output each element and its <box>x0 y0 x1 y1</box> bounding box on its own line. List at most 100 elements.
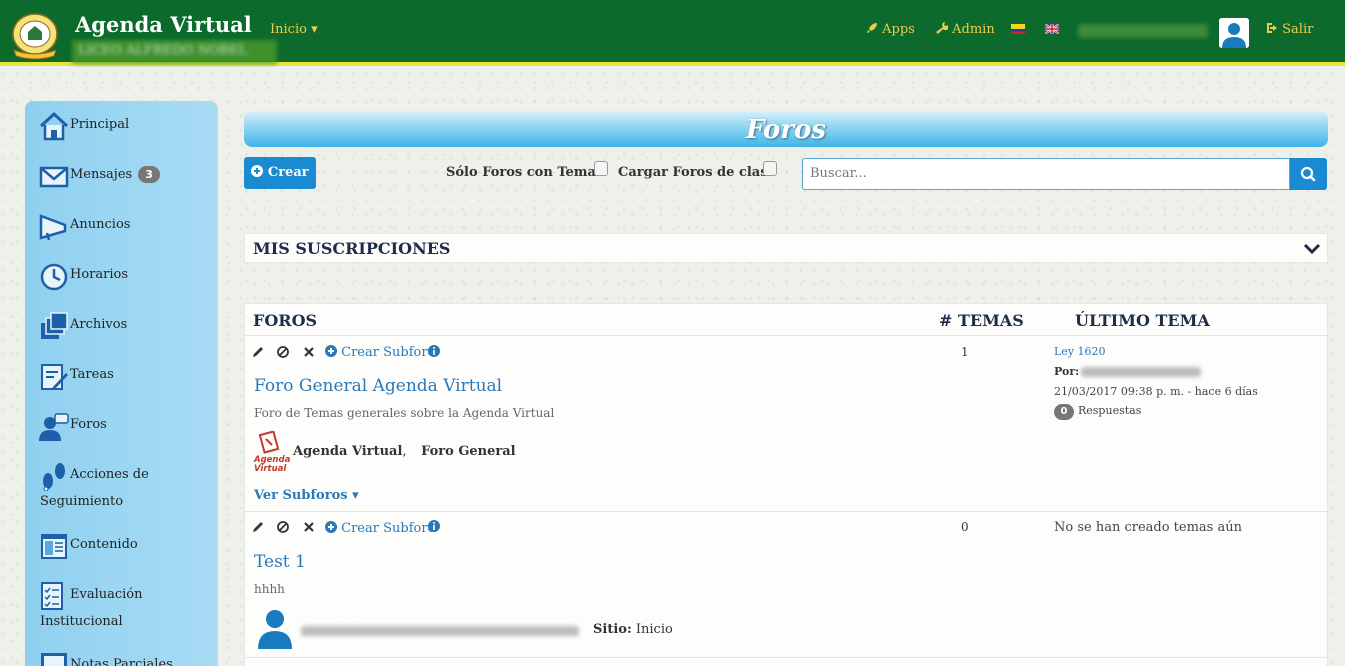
create-subforum-link[interactable]: Crear Subforo <box>325 345 435 360</box>
column-header-foros: FOROS <box>253 311 318 330</box>
sidebar-label: Acciones de <box>70 467 149 482</box>
colombia-flag-icon[interactable] <box>1011 24 1025 34</box>
subscriptions-title: MIS SUSCRIPCIONES <box>253 239 451 258</box>
sidebar-label-line2: Seguimiento <box>40 494 124 509</box>
rocket-icon <box>867 23 877 33</box>
nav-inicio-dropdown[interactable]: Inicio ▾ <box>270 22 318 37</box>
checklist-icon <box>41 582 63 610</box>
info-icon[interactable] <box>427 344 441 358</box>
uk-flag-icon[interactable] <box>1045 24 1059 34</box>
ban-icon[interactable] <box>276 345 290 359</box>
pencil-icon[interactable] <box>251 345 265 359</box>
sidebar-label: Contenido <box>70 537 138 552</box>
agenda-virtual-logo-icon: Agenda Virtual <box>253 431 290 473</box>
admin-label: Admin <box>952 22 995 37</box>
task-clipboard-icon <box>41 364 68 390</box>
sidebar-label-line2: Institucional <box>40 614 123 629</box>
create-subforum-label: Crear Subforo <box>341 345 436 360</box>
megaphone-icon <box>39 214 67 241</box>
close-icon[interactable] <box>302 345 316 359</box>
info-icon[interactable] <box>427 519 441 533</box>
responses-label: Respuestas <box>1078 404 1142 417</box>
username-redacted[interactable] <box>1078 24 1208 38</box>
grades-icon <box>41 653 67 666</box>
files-icon <box>41 312 68 339</box>
forum-tag-agenda-virtual[interactable]: Agenda Virtual <box>293 444 402 459</box>
responses-count-badge: 0 <box>1054 404 1074 420</box>
ban-icon[interactable] <box>276 520 290 534</box>
forum-tag-foro-general[interactable]: Foro General <box>421 444 516 459</box>
sidebar-label: Horarios <box>70 267 128 282</box>
ver-subforos-link[interactable]: Ver Subforos ▾ <box>254 488 359 503</box>
subscriptions-panel[interactable]: MIS SUSCRIPCIONES <box>244 233 1328 263</box>
create-button-label: Crear <box>267 165 309 180</box>
forum-tag-separator: , <box>402 444 407 459</box>
admin-link[interactable]: Admin <box>936 22 995 37</box>
page-title: Foros <box>745 115 827 145</box>
user-icon <box>1219 18 1249 48</box>
sidebar-label: Foros <box>70 417 107 432</box>
page-banner: Foros <box>244 111 1328 147</box>
topic-count: 0 <box>961 520 969 534</box>
logout-link[interactable]: Salir <box>1266 22 1313 37</box>
plus-circle-icon <box>325 521 337 533</box>
sidebar-label: Mensajes <box>70 167 133 182</box>
logout-label: Salir <box>1282 22 1314 37</box>
app-brand[interactable]: Agenda Virtual <box>75 12 252 37</box>
close-icon[interactable] <box>302 520 316 534</box>
envelope-icon <box>39 166 69 188</box>
apps-link[interactable]: Apps <box>866 22 915 37</box>
chevron-down-icon[interactable] <box>1303 242 1321 256</box>
sidebar-label: Anuncios <box>70 217 131 232</box>
apps-label: Apps <box>882 22 915 37</box>
divider <box>245 657 1329 658</box>
user-avatar[interactable] <box>1219 18 1249 48</box>
pencil-icon[interactable] <box>251 520 265 534</box>
site-info: Sitio: Inicio <box>593 622 673 637</box>
site-label: Sitio: <box>593 622 632 637</box>
table-row: Crear Subforo Test 1 hhhh Sitio: Inicio … <box>245 512 1329 662</box>
filter-only-topics-checkbox[interactable] <box>594 161 608 176</box>
last-topic-link[interactable]: Ley 1620 <box>1054 345 1106 358</box>
search-input[interactable]: Buscar... <box>802 158 1290 190</box>
school-name: LICEO ALFREDO NOBEL <box>72 40 277 64</box>
forum-users-icon <box>39 413 69 441</box>
forum-title-link[interactable]: Test 1 <box>254 552 306 572</box>
sidebar-label: Principal <box>70 117 130 132</box>
create-subforum-label: Crear Subforo <box>341 521 436 536</box>
create-forum-button[interactable]: Crear <box>244 157 316 189</box>
topic-count: 1 <box>961 345 969 359</box>
sidebar-label: Tareas <box>70 367 114 382</box>
wrench-icon <box>936 22 949 34</box>
last-topic-date: 21/03/2017 09:38 p. m. - hace 6 días <box>1054 385 1258 398</box>
author-name-redacted[interactable] <box>301 626 579 636</box>
svg-text:Virtual: Virtual <box>254 464 287 473</box>
column-header-temas: # TEMAS <box>939 311 1024 330</box>
filter-class-forums-label: Cargar Foros de clase <box>618 165 776 180</box>
clock-icon <box>40 263 68 291</box>
forum-title-link[interactable]: Foro General Agenda Virtual <box>254 376 502 396</box>
responses-info: 0 Respuestas <box>1054 404 1141 420</box>
plus-circle-icon <box>251 165 264 177</box>
sidebar-label: Archivos <box>70 317 128 332</box>
create-subforum-link[interactable]: Crear Subforo <box>325 521 435 536</box>
home-icon <box>39 111 69 141</box>
messages-count-badge: 3 <box>138 166 160 183</box>
forum-description: Foro de Temas generales sobre la Agenda … <box>254 406 555 420</box>
footprints-icon <box>43 463 65 491</box>
school-logo-icon[interactable] <box>10 12 60 60</box>
sidebar: Principal Mensajes 3 Anuncios Horarios Ar… <box>25 101 218 666</box>
no-topics-message: No se han creado temas aún <box>1054 520 1242 535</box>
top-navbar: Agenda Virtual LICEO ALFREDO NOBEL Inici… <box>0 0 1345 66</box>
filter-only-topics-label: Sólo Foros con Temas <box>446 165 604 180</box>
last-topic-by-label: Por: <box>1054 365 1080 378</box>
filter-class-forums-checkbox[interactable] <box>763 161 777 176</box>
content-window-icon <box>41 534 67 559</box>
search-button[interactable] <box>1290 158 1327 190</box>
forum-tags: Agenda Virtual, Foro General <box>293 444 516 459</box>
sidebar-label: Notas Parciales <box>70 657 173 666</box>
column-header-ultimo-tema: ÚLTIMO TEMA <box>1075 311 1210 330</box>
table-row: Crear Subforo Foro General Agenda Virtua… <box>245 336 1329 511</box>
last-topic-author-redacted[interactable] <box>1081 367 1201 377</box>
plus-circle-icon <box>325 345 337 357</box>
